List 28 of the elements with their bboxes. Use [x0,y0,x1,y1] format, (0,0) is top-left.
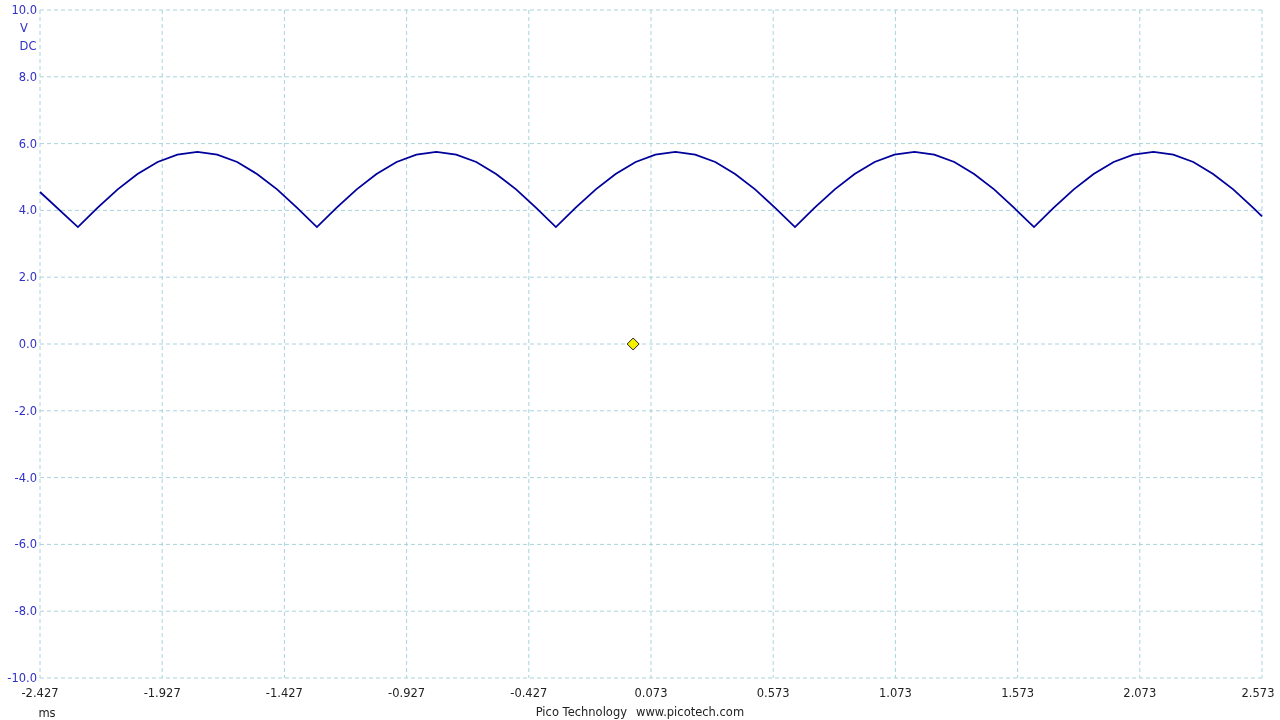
y-axis-label: -2.0 [14,403,37,418]
x-axis-label: -0.927 [388,686,426,700]
y-axis-label: -4.0 [14,470,37,485]
trigger-marker-icon[interactable] [626,337,640,351]
x-axis-label: 2.073 [1123,686,1157,700]
y-axis-label: -6.0 [14,537,37,552]
x-axis-unit: ms [38,706,56,720]
y-axis-label: 0.0 [18,337,37,351]
y-axis-label: 4.0 [18,203,37,218]
y-axis-label: 2.0 [18,270,37,285]
company-name: Pico Technology [535,705,627,719]
x-axis-label: 0.073 [634,686,668,700]
y-axis-label: 8.0 [18,69,37,84]
x-axis-label: -2.427 [21,686,59,700]
x-axis-label: 1.573 [1001,686,1035,700]
x-axis-label: -1.427 [265,686,303,700]
x-axis-label: -1.927 [143,686,181,700]
y-axis-label: -10.0 [7,671,37,685]
y-axis-label: -8.0 [14,604,37,619]
coupling-label: DC [19,39,37,53]
x-axis-label: -0.427 [510,686,548,700]
x-axis-label: 0.573 [756,686,790,700]
y-axis-label: 6.0 [18,136,37,151]
x-axis-label: 1.073 [878,686,912,700]
website-link[interactable]: www.picotech.com [636,705,745,719]
x-axis-label: 2.573 [1241,686,1275,700]
y-axis-unit: V [20,21,28,35]
y-axis-label: 10.0 [11,3,37,17]
